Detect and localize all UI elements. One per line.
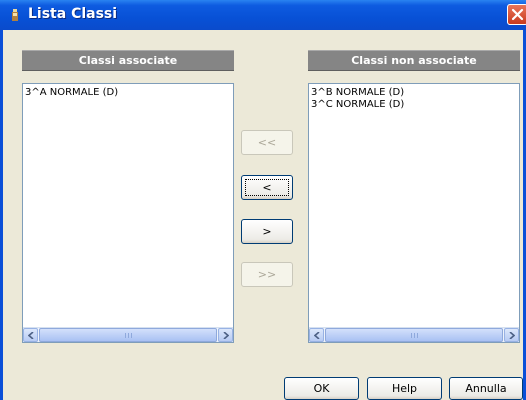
grip-line bbox=[414, 333, 415, 338]
grip-line bbox=[411, 333, 412, 338]
scroll-right-button[interactable] bbox=[218, 328, 233, 342]
associated-classes-list[interactable]: 3^A NORMALE (D) bbox=[22, 83, 234, 343]
non-associated-classes-list[interactable]: 3^B NORMALE (D) 3^C NORMALE (D) bbox=[308, 83, 520, 343]
arrow-left-icon bbox=[28, 332, 34, 339]
help-button[interactable]: Help bbox=[367, 377, 442, 400]
window-title: Lista Classi bbox=[28, 6, 118, 22]
scroll-thumb[interactable] bbox=[39, 328, 217, 342]
move-all-right-button[interactable]: >> bbox=[241, 262, 293, 287]
move-all-right-label: >> bbox=[257, 268, 277, 281]
app-icon bbox=[12, 9, 18, 21]
move-left-button[interactable]: < bbox=[241, 175, 293, 200]
arrow-right-icon bbox=[223, 332, 229, 339]
move-right-label: > bbox=[262, 225, 272, 238]
grip-line bbox=[131, 333, 132, 338]
horizontal-scrollbar[interactable] bbox=[23, 327, 233, 342]
horizontal-scrollbar[interactable] bbox=[309, 327, 519, 342]
grip-line bbox=[125, 333, 126, 338]
dialog-window: Lista Classi Classi associate 3^A NORMAL… bbox=[0, 0, 526, 400]
title-bar[interactable]: Lista Classi bbox=[0, 0, 526, 30]
ok-button[interactable]: OK bbox=[284, 377, 359, 400]
grip-line bbox=[128, 333, 129, 338]
ok-label: OK bbox=[313, 382, 330, 395]
cancel-button[interactable]: Annulla bbox=[449, 377, 523, 400]
move-right-button[interactable]: > bbox=[241, 219, 293, 244]
arrow-right-icon bbox=[509, 332, 515, 339]
right-panel-header: Classi non associate bbox=[308, 50, 520, 71]
move-all-left-label: << bbox=[257, 136, 277, 149]
cancel-label: Annulla bbox=[465, 382, 507, 395]
close-icon bbox=[511, 8, 524, 21]
list-item[interactable]: 3^A NORMALE (D) bbox=[25, 87, 118, 99]
arrow-left-icon bbox=[314, 332, 320, 339]
move-left-label: < bbox=[262, 181, 272, 194]
scroll-thumb[interactable] bbox=[325, 328, 503, 342]
help-label: Help bbox=[391, 382, 418, 395]
list-item[interactable]: 3^B NORMALE (D) bbox=[311, 87, 404, 99]
move-all-left-button[interactable]: << bbox=[241, 130, 293, 155]
scroll-left-button[interactable] bbox=[309, 328, 324, 342]
left-panel-header: Classi associate bbox=[22, 50, 234, 71]
grip-line bbox=[417, 333, 418, 338]
list-item[interactable]: 3^C NORMALE (D) bbox=[311, 99, 404, 111]
close-button[interactable] bbox=[507, 4, 526, 25]
scroll-left-button[interactable] bbox=[23, 328, 38, 342]
scroll-right-button[interactable] bbox=[504, 328, 519, 342]
